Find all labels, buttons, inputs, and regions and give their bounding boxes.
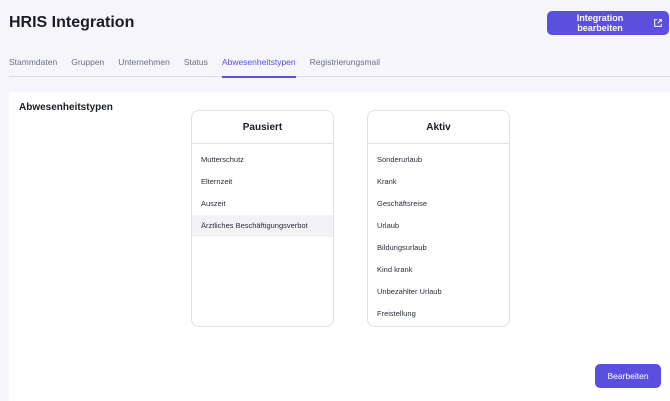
edit-integration-label: Integration bearbeiten (576, 13, 624, 33)
list-item[interactable]: Auszeit (192, 193, 333, 215)
tab-abwesenheitstypen[interactable]: Abwesenheitstypen (221, 53, 296, 78)
active-card-title: Aktiv (368, 111, 509, 144)
list-item[interactable]: Kind krank (368, 259, 509, 281)
edit-integration-button[interactable]: Integration bearbeiten (547, 11, 669, 35)
tab-bar: Stammdaten Gruppen Unternehmen Status Ab… (9, 53, 670, 78)
page-title: HRIS Integration (9, 14, 135, 31)
edit-absence-types-button[interactable]: Bearbeiten (595, 364, 661, 388)
tab-registrierungsmail[interactable]: Registrierungsmail (310, 53, 380, 77)
list-item[interactable]: Sonderurlaub (368, 149, 509, 171)
list-item[interactable]: Ärztliches Beschäftigungsverbot (192, 215, 333, 237)
absence-types-panel: Abwesenheitstypen Pausiert Mutterschutz … (9, 92, 670, 401)
section-title: Abwesenheitstypen (19, 102, 113, 113)
tab-stammdaten[interactable]: Stammdaten (9, 53, 57, 77)
list-item[interactable]: Urlaub (368, 215, 509, 237)
list-item[interactable]: Geschäftsreise (368, 193, 509, 215)
list-item[interactable]: Bildungsurlaub (368, 237, 509, 259)
list-item[interactable]: Unbezahlter Urlaub (368, 281, 509, 303)
paused-list: Mutterschutz Elternzeit Auszeit Ärztlich… (192, 144, 333, 237)
active-card: Aktiv Sonderurlaub Krank Geschäftsreise … (367, 110, 510, 327)
paused-card-title: Pausiert (192, 111, 333, 144)
active-list: Sonderurlaub Krank Geschäftsreise Urlaub… (368, 144, 509, 325)
paused-card: Pausiert Mutterschutz Elternzeit Auszeit… (191, 110, 334, 327)
tab-unternehmen[interactable]: Unternehmen (118, 53, 170, 77)
tab-status[interactable]: Status (184, 53, 208, 77)
list-item[interactable]: Freistellung (368, 303, 509, 325)
tab-gruppen[interactable]: Gruppen (71, 53, 104, 77)
list-item[interactable]: Krank (368, 171, 509, 193)
external-link-icon (654, 19, 662, 27)
list-item[interactable]: Elternzeit (192, 171, 333, 193)
page: HRIS Integration Integration bearbeiten … (0, 0, 670, 401)
list-item[interactable]: Mutterschutz (192, 149, 333, 171)
